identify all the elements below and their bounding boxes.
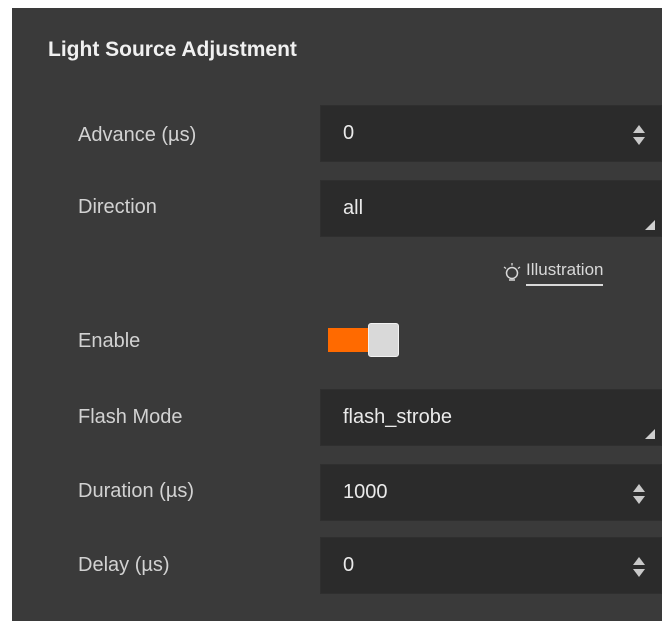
- enable-toggle[interactable]: [328, 323, 400, 357]
- duration-value[interactable]: 1000: [343, 481, 388, 504]
- direction-dropdown[interactable]: all: [320, 180, 662, 237]
- enable-label: Enable: [78, 330, 141, 352]
- delay-value[interactable]: 0: [343, 554, 354, 577]
- illustration-link[interactable]: Illustration: [502, 260, 604, 286]
- dropdown-corner-icon[interactable]: [645, 429, 655, 439]
- duration-stepper[interactable]: [633, 484, 645, 504]
- direction-label: Direction: [78, 196, 157, 218]
- duration-label: Duration (µs): [78, 480, 194, 502]
- light-source-panel: Light Source Adjustment Advance (µs) 0 D…: [12, 8, 662, 621]
- stepper-up-icon[interactable]: [633, 557, 645, 565]
- delay-label: Delay (µs): [78, 554, 170, 576]
- flash-mode-label: Flash Mode: [78, 406, 183, 428]
- duration-spinbox[interactable]: 1000: [320, 464, 662, 521]
- delay-stepper[interactable]: [633, 557, 645, 577]
- toggle-track[interactable]: [328, 328, 372, 352]
- stepper-down-icon[interactable]: [633, 496, 645, 504]
- delay-spinbox[interactable]: 0: [320, 537, 662, 594]
- stepper-down-icon[interactable]: [633, 569, 645, 577]
- illustration-label[interactable]: Illustration: [526, 260, 604, 286]
- advance-stepper[interactable]: [633, 125, 645, 145]
- lightbulb-icon: [503, 263, 521, 281]
- stepper-up-icon[interactable]: [633, 484, 645, 492]
- advance-value[interactable]: 0: [343, 122, 354, 145]
- stepper-up-icon[interactable]: [633, 125, 645, 133]
- dropdown-corner-icon[interactable]: [645, 220, 655, 230]
- direction-value[interactable]: all: [343, 197, 363, 220]
- flash-mode-value[interactable]: flash_strobe: [343, 406, 452, 429]
- panel-title: Light Source Adjustment: [48, 38, 297, 61]
- advance-label: Advance (µs): [78, 124, 197, 146]
- toggle-knob[interactable]: [368, 323, 399, 357]
- stepper-down-icon[interactable]: [633, 137, 645, 145]
- advance-spinbox[interactable]: 0: [320, 105, 662, 162]
- flash-mode-dropdown[interactable]: flash_strobe: [320, 389, 662, 446]
